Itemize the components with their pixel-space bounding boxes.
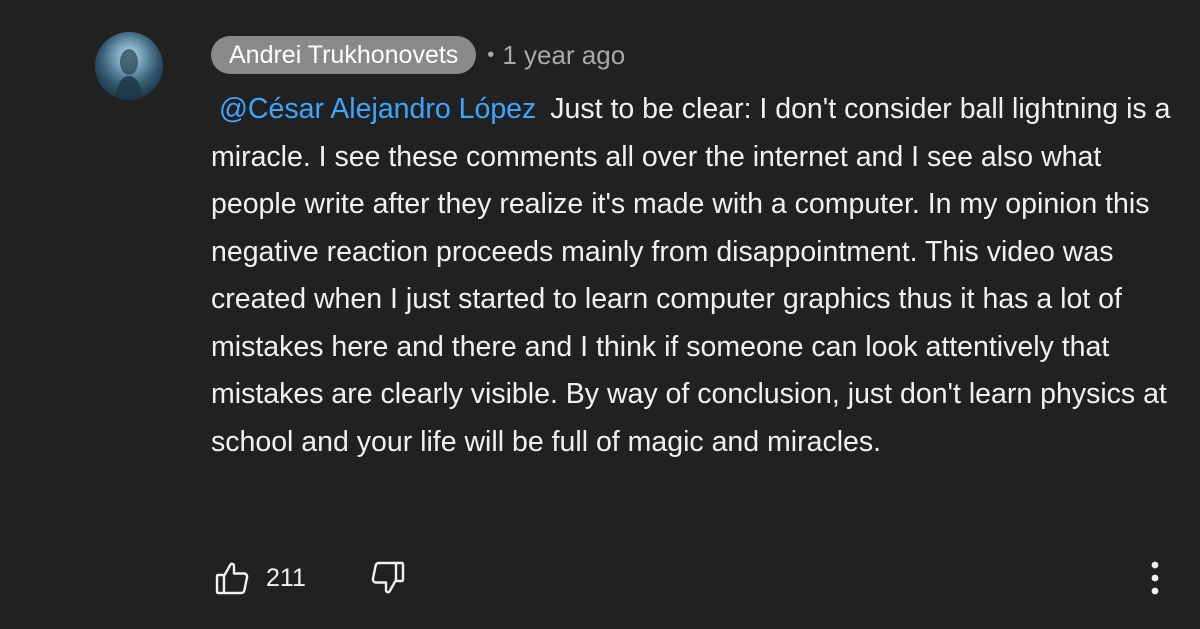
separator-dot: • [487,43,495,66]
more-options-button[interactable] [1140,556,1170,600]
avatar[interactable] [95,32,163,100]
comment-header: Andrei Trukhonovets • 1 year ago [211,36,625,74]
comment-timestamp[interactable]: 1 year ago [502,40,625,71]
more-vertical-icon [1151,561,1159,595]
dislike-button[interactable] [370,560,406,596]
mention-link[interactable]: @César Alejandro López [219,93,536,125]
author-name[interactable]: Andrei Trukhonovets [211,36,477,74]
comment-actions: 211 [214,558,406,598]
thumbs-down-icon [371,561,405,594]
thumbs-up-icon [215,562,249,595]
comment-body: @César Alejandro López Just to be clear: … [211,86,1186,466]
like-count: 211 [266,563,306,592]
like-button[interactable]: 211 [214,560,306,596]
comment-text: Just to be clear: I don't consider ball … [211,93,1171,458]
